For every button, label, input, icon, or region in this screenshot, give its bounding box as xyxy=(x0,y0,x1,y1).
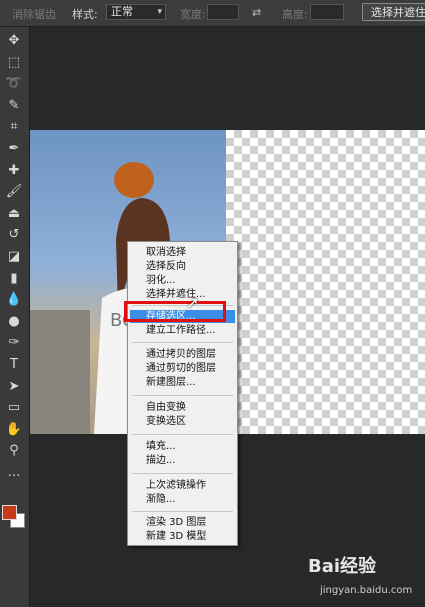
blur-icon[interactable]: 💧 xyxy=(4,291,24,309)
zoom-icon[interactable]: ⚲ xyxy=(4,442,24,460)
marquee-icon[interactable]: ⬚ xyxy=(4,54,24,72)
menu-separator xyxy=(132,342,233,343)
brush-icon[interactable]: 🖌 xyxy=(4,183,24,201)
menu-item-transform-selection[interactable]: 变换选区 xyxy=(146,415,186,428)
menu-item-layer-via-copy[interactable]: 通过拷贝的图层 xyxy=(146,348,216,361)
eraser-icon[interactable]: ◪ xyxy=(4,248,24,266)
menu-item-new-3d-model[interactable]: 新建 3D 模型 xyxy=(146,530,206,543)
dodge-icon[interactable]: ● xyxy=(4,313,24,331)
menu-item-inverse[interactable]: 选择反向 xyxy=(146,260,186,273)
crop-icon[interactable]: ⌗ xyxy=(4,118,24,136)
context-menu: 取消选择 选择反向 羽化... 选择并遮住... 存储选区... 建立工作路径.… xyxy=(127,241,238,546)
foreground-color-swatch[interactable] xyxy=(2,505,17,520)
more-icon[interactable]: … xyxy=(4,464,24,482)
watermark-url: jingyan.baidu.com xyxy=(320,585,413,596)
menu-item-stroke[interactable]: 描边... xyxy=(146,454,176,467)
menu-item-make-work-path[interactable]: 建立工作路径... xyxy=(146,324,216,337)
gradient-icon[interactable]: ▮ xyxy=(4,270,24,288)
antialias-label[interactable]: 消除锯齿 xyxy=(12,6,56,22)
menu-item-new-layer[interactable]: 新建图层... xyxy=(146,376,196,389)
menu-item-feather[interactable]: 羽化... xyxy=(146,274,176,287)
style-label: 样式: xyxy=(72,8,98,21)
menu-item-render-3d-layer[interactable]: 渲染 3D 图层 xyxy=(146,516,206,529)
shape-icon[interactable]: ▭ xyxy=(4,399,24,417)
history-brush-icon[interactable]: ↺ xyxy=(4,226,24,244)
hand-icon[interactable]: ✋ xyxy=(4,421,24,439)
menu-item-deselect[interactable]: 取消选择 xyxy=(146,246,186,259)
healing-icon[interactable]: ✚ xyxy=(4,162,24,180)
menu-separator xyxy=(132,395,233,396)
lasso-icon[interactable]: ➰ xyxy=(4,75,24,93)
glove xyxy=(114,162,154,198)
chevron-down-icon: ▾ xyxy=(157,7,162,17)
stamp-icon[interactable]: ⏏ xyxy=(4,205,24,223)
type-icon[interactable]: T xyxy=(4,356,24,374)
quick-select-icon[interactable]: ✎ xyxy=(4,97,24,115)
path-select-icon[interactable]: ➤ xyxy=(4,378,24,396)
menu-item-fade[interactable]: 渐隐... xyxy=(146,493,176,506)
menu-separator xyxy=(132,434,233,435)
transparent-layer xyxy=(226,130,425,434)
stone-wall xyxy=(30,310,90,434)
move-icon[interactable]: ✥ xyxy=(4,32,24,50)
options-bar: 消除锯齿 样式: 正常 ▾ 宽度: ⇄ 高度: 选择并遮住 xyxy=(0,0,425,27)
width-input[interactable] xyxy=(207,4,239,20)
baidu-jingyan-watermark: Bai经验 xyxy=(308,556,377,577)
menu-separator xyxy=(132,473,233,474)
menu-separator xyxy=(132,511,233,512)
annotation-highlight-box xyxy=(124,301,226,322)
height-label: 高度: xyxy=(282,8,308,21)
menu-item-layer-via-cut[interactable]: 通过剪切的图层 xyxy=(146,362,216,375)
width-label: 宽度: xyxy=(180,8,206,21)
menu-item-fill[interactable]: 填充... xyxy=(146,440,176,453)
menu-item-free-transform[interactable]: 自由变换 xyxy=(146,401,186,414)
menu-item-last-filter[interactable]: 上次滤镜操作 xyxy=(146,479,206,492)
style-value: 正常 xyxy=(111,5,133,18)
cursor-icon: ➚ xyxy=(186,293,200,312)
eyedropper-icon[interactable]: ✒ xyxy=(4,140,24,158)
select-and-mask-button[interactable]: 选择并遮住 xyxy=(362,3,425,21)
tools-panel: ✥ ⬚ ➰ ✎ ⌗ ✒ ✚ 🖌 ⏏ ↺ ◪ ▮ 💧 ● ✑ T ➤ ▭ ✋ ⚲ … xyxy=(0,27,30,607)
style-select[interactable]: 正常 ▾ xyxy=(106,4,166,20)
height-input[interactable] xyxy=(310,4,344,20)
swap-icon[interactable]: ⇄ xyxy=(252,6,261,19)
pen-icon[interactable]: ✑ xyxy=(4,334,24,352)
